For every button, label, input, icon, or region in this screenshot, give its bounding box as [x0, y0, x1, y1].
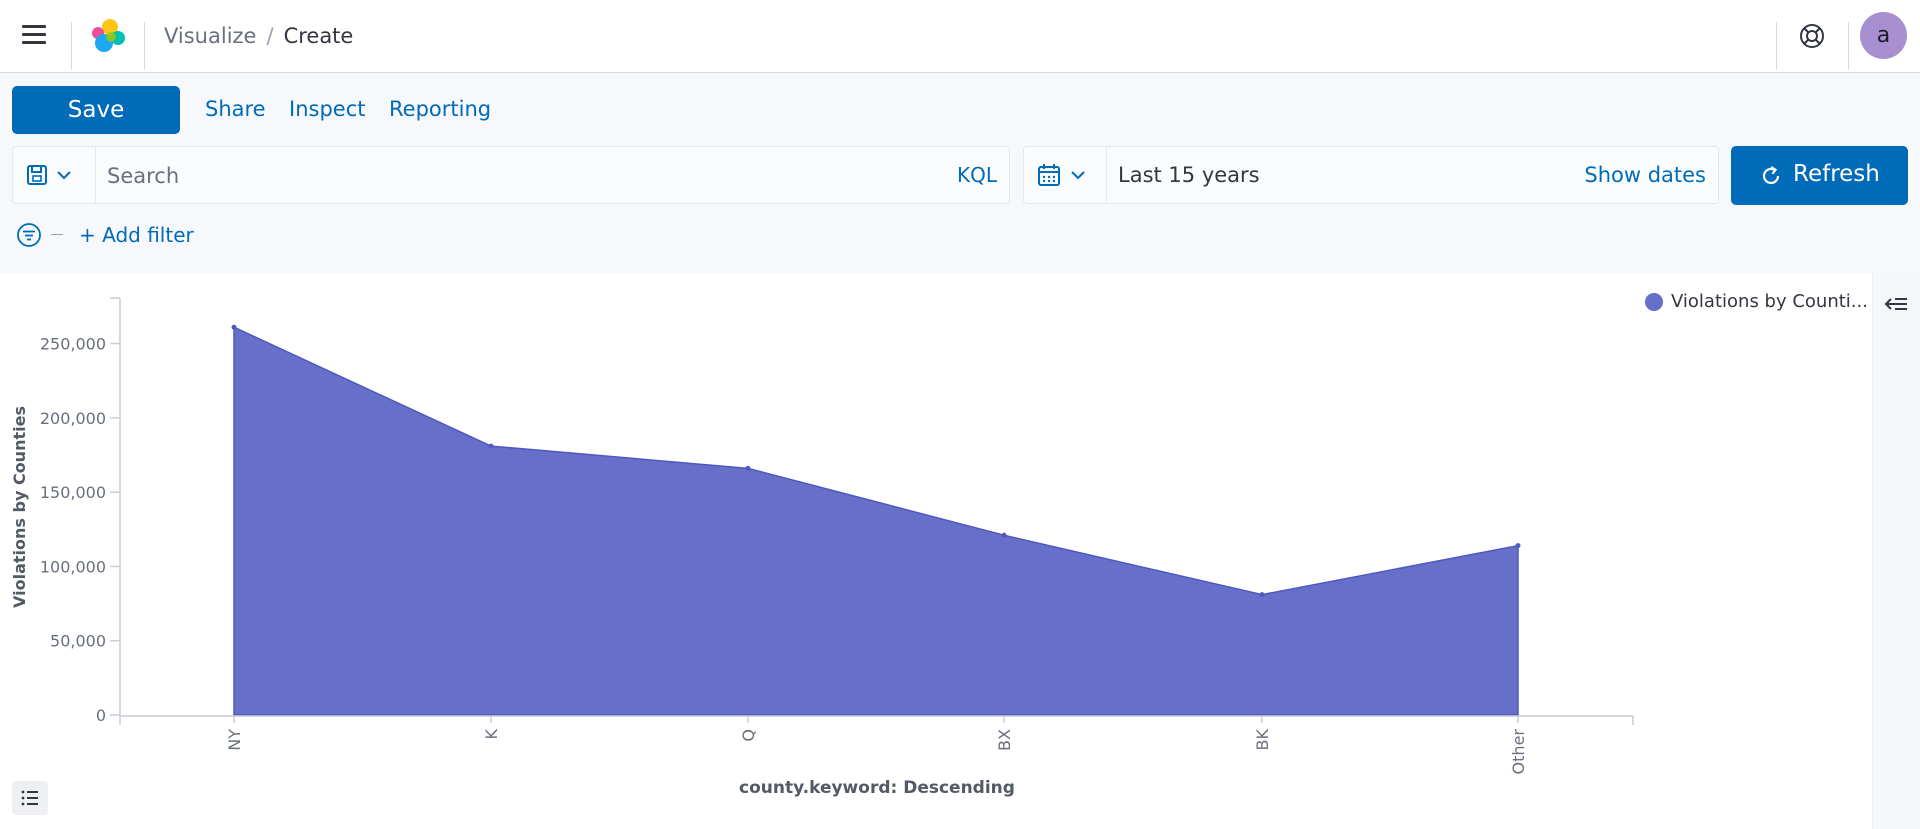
filter-icon[interactable] [16, 222, 42, 248]
y-axis-title: Violations by Counties [10, 406, 29, 608]
inspect-link[interactable]: Inspect [289, 97, 365, 121]
legend-series-label: Violations by Counti... [1671, 291, 1868, 312]
kql-toggle[interactable]: KQL [957, 163, 997, 187]
refresh-label: Refresh [1793, 161, 1880, 187]
app-toolbar: Save Share Inspect Reporting KQL [0, 73, 1920, 273]
data-point-ny [231, 324, 237, 330]
data-point-k [488, 443, 494, 449]
x-tick-label-bk: BK [1253, 728, 1272, 750]
x-axis-title: county.keyword: Descending [739, 778, 1015, 798]
header-divider [1848, 22, 1849, 70]
area-series [233, 326, 1519, 716]
save-disk-icon [27, 165, 71, 185]
collapse-sidebar-icon[interactable] [1883, 293, 1911, 317]
data-point-q [745, 465, 751, 471]
data-point-bx [1001, 532, 1007, 538]
user-avatar[interactable]: a [1860, 12, 1907, 59]
header-divider [144, 22, 145, 70]
x-tick-label-ny: NY [225, 729, 244, 751]
help-icon[interactable] [1798, 22, 1826, 50]
data-point-other [1515, 543, 1521, 549]
query-bar: KQL [12, 146, 1010, 204]
y-tick-label: 0 [96, 706, 106, 725]
visualization-panel: 0 50,000 100,000 150,000 200,000 250,000 NY K Q B… [0, 273, 1872, 829]
quick-date-menu-button[interactable] [1024, 147, 1107, 203]
legend-toggle-button[interactable] [12, 781, 48, 815]
breadcrumb-create: Create [283, 24, 354, 48]
y-tick-label: 100,000 [40, 557, 106, 576]
y-tick-label: 50,000 [50, 632, 106, 651]
calendar-icon [1038, 164, 1085, 186]
saved-query-button[interactable] [13, 147, 96, 203]
y-tick-label: 200,000 [40, 409, 106, 428]
breadcrumb-visualize[interactable]: Visualize [164, 24, 256, 48]
list-icon [21, 790, 38, 806]
breadcrumb: Visualize / Create [164, 22, 353, 50]
reporting-link[interactable]: Reporting [389, 97, 491, 121]
search-input[interactable] [105, 157, 949, 195]
show-dates-link[interactable]: Show dates [1584, 163, 1706, 187]
header-divider [71, 22, 72, 70]
refresh-icon [1762, 166, 1780, 185]
legend-item[interactable]: Violations by Counti... [1645, 291, 1868, 312]
y-tick-label: 150,000 [40, 483, 106, 502]
y-tick-label: 250,000 [40, 335, 106, 354]
add-filter-button[interactable]: + Add filter [79, 223, 194, 247]
legend-color-dot [1645, 292, 1663, 311]
refresh-button[interactable]: Refresh [1731, 146, 1908, 205]
top-header: Visualize / Create a [0, 0, 1920, 73]
x-tick-label-q: Q [739, 729, 758, 742]
x-tick-label-k: K [482, 729, 501, 740]
menu-icon[interactable] [17, 20, 53, 52]
data-point-bk [1259, 592, 1265, 598]
save-button[interactable]: Save [12, 86, 180, 134]
breadcrumb-separator: / [266, 24, 274, 48]
area-chart: 0 50,000 100,000 150,000 200,000 250,000 NY K Q B… [10, 297, 1634, 798]
elastic-logo[interactable] [88, 18, 128, 54]
share-link[interactable]: Share [205, 97, 266, 121]
editor-side-panel [1872, 273, 1920, 829]
filter-divider [51, 234, 63, 235]
time-range-label[interactable]: Last 15 years [1118, 163, 1260, 187]
header-divider [1776, 22, 1777, 70]
x-tick-label-other: Other [1509, 729, 1528, 775]
date-picker: Last 15 years Show dates [1023, 146, 1719, 204]
x-tick-label-bx: BX [995, 729, 1014, 751]
